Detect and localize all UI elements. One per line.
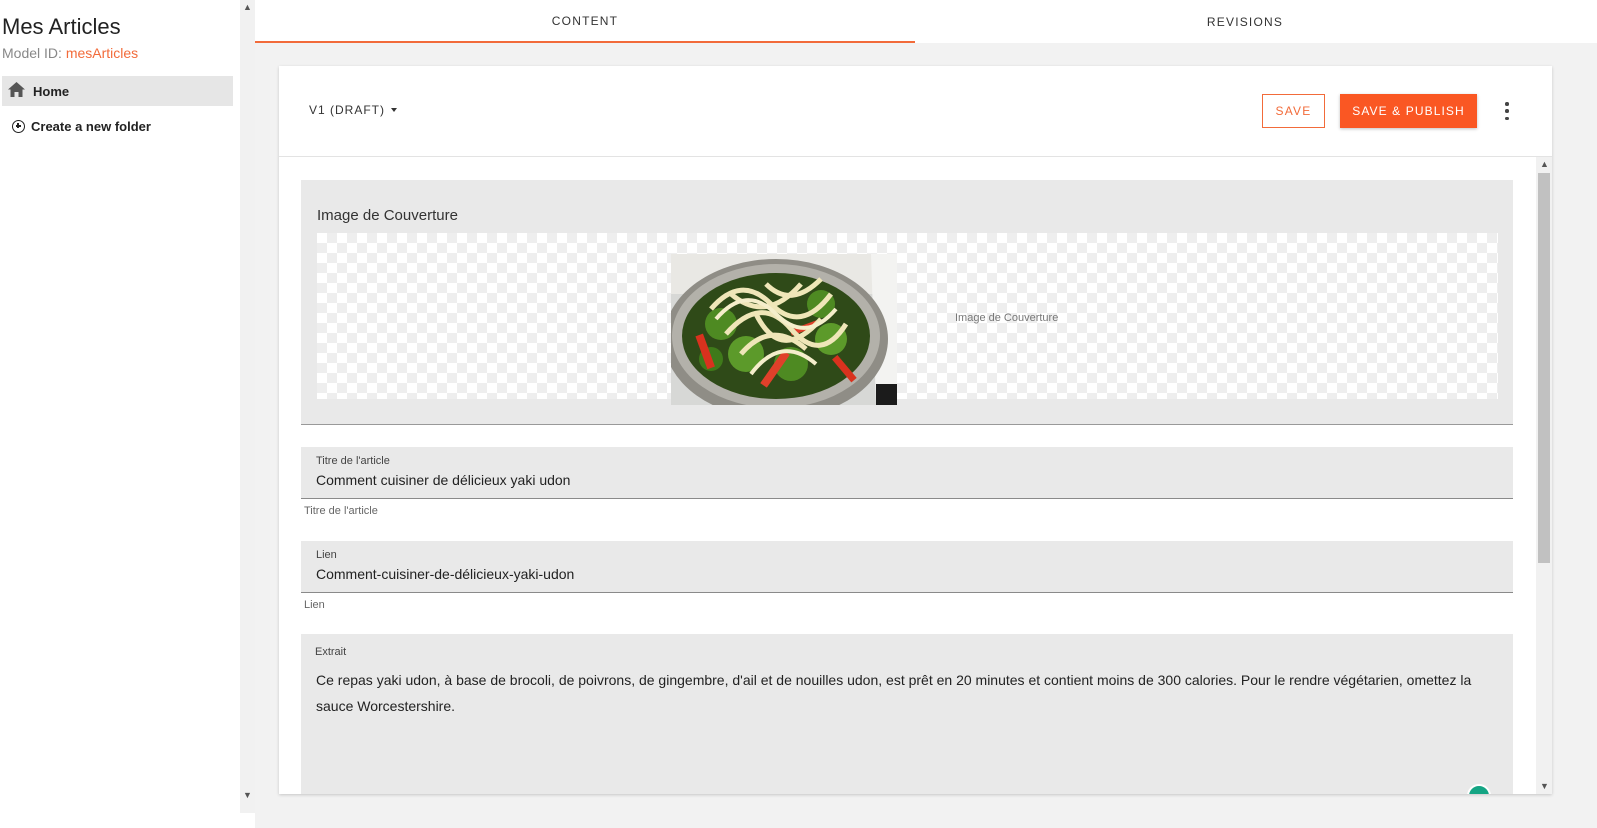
cover-image[interactable] [671,254,897,405]
version-dropdown[interactable]: V1 (DRAFT) [309,103,397,117]
link-field[interactable]: Lien Comment-cuisiner-de-délicieux-yaki-… [301,541,1513,593]
model-id-label: Model ID: [2,45,62,61]
scroll-up-icon[interactable]: ▲ [240,0,255,14]
form-scrollbar[interactable]: ▲ ▼ [1536,157,1552,794]
model-id: Model ID: mesArticles [2,45,138,61]
sidebar-item-label: Create a new folder [31,118,151,134]
excerpt-textarea[interactable]: Ce repas yaki udon, à base de brocoli, d… [316,667,1496,719]
caret-down-icon [391,108,397,112]
editor-card: V1 (DRAFT) SAVE SAVE & PUBLISH Image de … [279,66,1552,794]
sidebar-item-home[interactable]: Home [2,76,233,106]
title-input[interactable]: Comment cuisiner de délicieux yaki udon [316,472,570,488]
cover-image-field[interactable]: Image de Couverture Image de Couverture [301,180,1513,425]
tab-content[interactable]: CONTENT [255,0,915,43]
excerpt-field[interactable]: Extrait Ce repas yaki udon, à base de br… [301,634,1513,794]
model-id-value: mesArticles [65,45,139,61]
tab-bar: CONTENT REVISIONS [255,0,1597,43]
scroll-up-icon[interactable]: ▲ [1537,157,1552,171]
version-label: V1 (DRAFT) [309,103,385,117]
link-input[interactable]: Comment-cuisiner-de-délicieux-yaki-udon [316,566,574,582]
scroll-down-icon[interactable]: ▼ [240,788,255,802]
save-button[interactable]: SAVE [1262,94,1325,128]
title-field[interactable]: Titre de l'article Comment cuisiner de d… [301,447,1513,499]
image-caption: Image de Couverture [955,312,1059,324]
sidebar: Mes Articles Model ID: mesArticles Home … [0,0,240,813]
save-publish-button[interactable]: SAVE & PUBLISH [1340,94,1477,128]
excerpt-field-label: Extrait [315,646,347,658]
add-circle-icon [12,119,25,133]
app-title: Mes Articles [2,14,121,39]
link-field-label: Lien [316,549,337,561]
tab-revisions[interactable]: REVISIONS [915,0,1575,43]
editor-toolbar: V1 (DRAFT) SAVE SAVE & PUBLISH [279,66,1552,157]
scrollbar-thumb[interactable] [1538,173,1550,563]
scroll-down-icon[interactable]: ▼ [1537,779,1552,793]
cover-image-label: Image de Couverture [317,207,458,224]
main-area: CONTENT REVISIONS V1 (DRAFT) SAVE SAVE &… [255,0,1597,828]
sidebar-scrollbar[interactable]: ▲ ▼ [240,0,255,813]
title-helper-text: Titre de l'article [304,505,378,517]
home-icon [8,82,33,100]
sidebar-item-create-folder[interactable]: Create a new folder [12,116,151,136]
image-preview-area[interactable] [317,233,1498,399]
link-helper-text: Lien [304,599,325,611]
more-vertical-icon[interactable] [1504,102,1510,120]
title-field-label: Titre de l'article [316,455,390,467]
sidebar-item-label: Home [33,83,70,99]
